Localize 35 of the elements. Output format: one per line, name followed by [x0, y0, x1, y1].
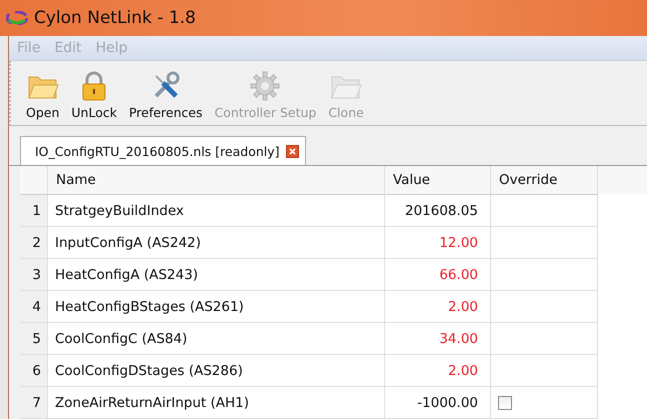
override-checkbox[interactable] [498, 396, 512, 410]
toolbar-button[interactable]: UnLock [68, 71, 120, 120]
header-cell [20, 166, 48, 195]
table-cell: HeatConfigA (AS243) [48, 259, 385, 291]
row-number: 1 [20, 195, 48, 227]
toolbar-button[interactable]: Open [23, 73, 62, 120]
table-cell: StratgeyBuildIndex [48, 195, 385, 227]
table-cell: CoolConfigDStages (AS286) [48, 355, 385, 387]
table-cell: CoolConfigC (AS84) [48, 323, 385, 355]
row-number: 5 [20, 323, 48, 355]
table-cell: 2.00 [385, 355, 491, 387]
table-cell: 66.00 [385, 259, 491, 291]
table-cell: HeatConfigBStages (AS261) [48, 291, 385, 323]
row-number: 7 [20, 387, 48, 419]
table-cell: 2.00 [385, 291, 491, 323]
close-icon[interactable] [286, 144, 299, 158]
toolbar-button[interactable]: Preferences [126, 71, 206, 120]
row-number: 3 [20, 259, 48, 291]
column-header[interactable]: Value [385, 166, 491, 195]
column-header[interactable]: Name [48, 166, 385, 195]
row-number: 4 [20, 291, 48, 323]
table-cell: 12.00 [385, 227, 491, 259]
table-cell: 201608.05 [385, 195, 491, 227]
table-cell: InputConfigA (AS242) [48, 227, 385, 259]
table-cell: -1000.00 [385, 387, 491, 419]
column-header[interactable]: Override [491, 166, 598, 195]
gear-icon [250, 71, 280, 102]
padlock-icon [81, 71, 108, 102]
row-number: 2 [20, 227, 48, 259]
file-tab[interactable]: IO_ConfigRTU_20160805.nls [readonly] [20, 136, 306, 165]
table-cell: ZoneAirReturnAirInput (AH1) [48, 387, 385, 419]
window-title: Cylon NetLink - 1.8 [34, 8, 196, 28]
table-cell: 34.00 [385, 323, 491, 355]
app-logo-icon [6, 11, 28, 25]
row-number: 6 [20, 355, 48, 387]
